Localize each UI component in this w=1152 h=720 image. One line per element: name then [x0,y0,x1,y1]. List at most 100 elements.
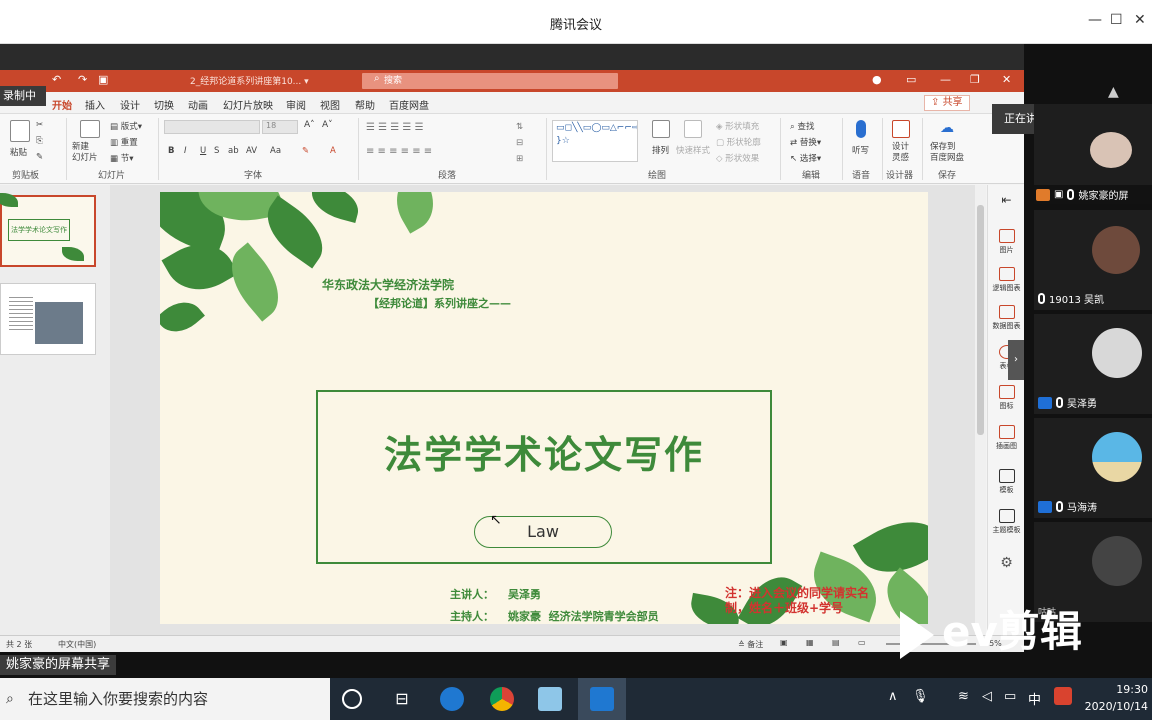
microphone-icon[interactable] [856,120,866,138]
baidu-cloud-icon[interactable]: ☁ [940,120,954,136]
tab-review[interactable]: 审阅 [286,97,306,112]
paste-icon[interactable] [10,120,30,142]
cortana-icon[interactable] [342,689,362,709]
minimize-button[interactable]: — [1088,12,1102,28]
maximize-button[interactable]: ☐ [1110,12,1123,28]
scroll-thumb[interactable] [977,205,984,435]
pane-theme[interactable]: 主题模板 [991,509,1022,535]
align-icons[interactable]: ≡ ≡ ≡ ≡ ≡ ≡ [366,146,432,157]
tab-view[interactable]: 视图 [320,97,340,112]
shape-effect-button[interactable]: ◇ 形状效果 [716,152,759,164]
shrink-font-icon[interactable]: A˅ [322,120,333,130]
highlight-icon[interactable]: ✎ [302,146,309,156]
smartart-icon[interactable]: ⊞ [516,154,523,164]
participant-tile[interactable]: ▣ 姚家豪的屏 [1034,104,1152,204]
pane-picture[interactable]: 图片 [991,229,1022,255]
font-case-icon[interactable]: Aa [270,146,281,156]
chrome-icon[interactable] [490,687,514,711]
task-view-icon[interactable]: ⊟ [390,687,414,711]
change-case-icon[interactable]: AV [246,146,257,156]
text-direction-icon[interactable]: ⇅ [516,122,523,132]
share-button[interactable]: ⇪ 共享 [924,95,970,111]
bold-icon[interactable]: B [168,146,174,156]
ppt-search-box[interactable]: 搜索 [362,73,618,89]
account-icon[interactable]: ● [872,73,882,86]
align-text-icon[interactable]: ⊟ [516,138,523,148]
section-button[interactable]: ▦ 节▾ [110,152,134,164]
copy-icon[interactable]: ⎘ [36,136,43,146]
ppt-close-icon[interactable]: ✕ [1002,73,1011,86]
tray-up-icon[interactable]: ∧ [888,689,898,704]
strikethrough-icon[interactable]: S [214,146,219,156]
redo-icon[interactable]: ↷ [78,73,87,86]
char-spacing-icon[interactable]: ab [228,146,239,156]
arrange-icon[interactable] [652,120,670,138]
ribbon-display-icon[interactable]: ▭ [906,73,916,86]
font-color-icon[interactable]: A [330,146,336,156]
layout-button[interactable]: ▤ 版式▾ [110,120,142,132]
ime-indicator[interactable]: 中 [1028,689,1041,708]
select-button[interactable]: ↖ 选择▾ [790,152,821,164]
underline-icon[interactable]: U [200,146,206,156]
find-button[interactable]: ⌕ 查找 [790,120,814,132]
tab-help[interactable]: 帮助 [355,97,375,112]
participant-tile[interactable]: 马海涛 [1034,418,1152,518]
tab-slideshow[interactable]: 幻灯片放映 [223,97,273,112]
pane-illustration[interactable]: 插画图 [991,425,1022,451]
collapse-up-icon[interactable]: ▲ [1108,84,1119,100]
cut-icon[interactable]: ✂ [36,120,43,130]
tray-mic-icon[interactable]: 🎙 [912,689,929,704]
notes-button[interactable]: ≙ 备注 [738,639,763,650]
collapse-pane-icon[interactable]: ⇤ [991,193,1022,207]
thumbnail-slide-1[interactable]: 法学学术论文写作 [0,193,96,267]
wifi-icon[interactable]: ≋ [958,689,969,704]
tab-home[interactable]: 开始 [52,97,72,112]
font-family-box[interactable] [164,120,260,134]
present-icon[interactable]: ▣ [98,73,108,86]
thumbnail-slide-2[interactable] [0,283,96,355]
pane-data-chart[interactable]: 数据图表 [991,305,1022,331]
undo-icon[interactable]: ↶ [52,73,61,86]
slide-canvas[interactable]: 华东政法大学经济法学院 【经邦论道】系列讲座之—— 法学学术论文写作 Law 主… [160,192,928,624]
taskbar-clock[interactable]: 19:30 2020/10/14 [1085,681,1148,715]
settings-gear-icon[interactable]: ⚙ [991,555,1022,571]
volume-icon[interactable]: ◁ [982,689,992,704]
bullets-icon[interactable]: ☰ ☰ ☰ ☰ ☰ [366,122,424,133]
shape-outline-button[interactable]: ▢ 形状轮廓 [716,136,761,148]
format-painter-icon[interactable]: ✎ [36,152,43,162]
shapes-gallery[interactable]: ▭◻╲╲▭◯▭△⌐⌐⇨⇩△◯↳↶⌒{ }☆ [552,120,638,162]
battery-icon[interactable]: ▭ [1004,689,1016,704]
slide-scrollbar[interactable] [975,185,986,635]
language-status[interactable]: 中文(中国) [58,639,96,650]
snipping-icon[interactable] [538,687,562,711]
tab-baidu[interactable]: 百度网盘 [389,97,429,112]
participant-tile[interactable]: 吴泽勇 [1034,314,1152,414]
pane-logic-chart[interactable]: 逻辑图表 [991,267,1022,293]
quick-styles-icon[interactable] [684,120,702,138]
close-button[interactable]: ✕ [1134,12,1146,28]
participant-tile[interactable]: 19013 吴凯 [1034,210,1152,310]
shape-fill-button[interactable]: ◈ 形状填充 [716,120,759,132]
ppt-filename[interactable]: 2_经邦论道系列讲座第10... ▾ [190,74,309,87]
tencent-meeting-taskbar-item[interactable] [578,678,626,720]
normal-view-icon[interactable]: ▣ [780,638,788,647]
new-slide-icon[interactable] [80,120,100,138]
tab-animations[interactable]: 动画 [188,97,208,112]
italic-icon[interactable]: I [184,146,187,156]
grow-font-icon[interactable]: A˄ [304,120,315,130]
tab-insert[interactable]: 插入 [85,97,105,112]
sorter-view-icon[interactable]: ▦ [806,638,814,647]
edge-icon[interactable] [440,687,464,711]
collapse-panel-arrow-icon[interactable]: › [1008,340,1024,380]
replace-button[interactable]: ⇄ 替换▾ [790,136,821,148]
pane-icons[interactable]: 图标 [991,385,1022,411]
ppt-restore-icon[interactable]: ❐ [970,73,980,86]
slideshow-view-icon[interactable]: ▭ [858,638,866,647]
reading-view-icon[interactable]: ▤ [832,638,840,647]
font-size-box[interactable]: 18 [262,120,298,134]
tab-transitions[interactable]: 切换 [154,97,174,112]
input-method-icon[interactable] [1054,687,1072,705]
taskbar-search[interactable]: ⌕ 在这里输入你要搜索的内容 [0,678,330,720]
reset-button[interactable]: ▥ 重置 [110,136,138,148]
pane-template[interactable]: 模板 [991,469,1022,495]
